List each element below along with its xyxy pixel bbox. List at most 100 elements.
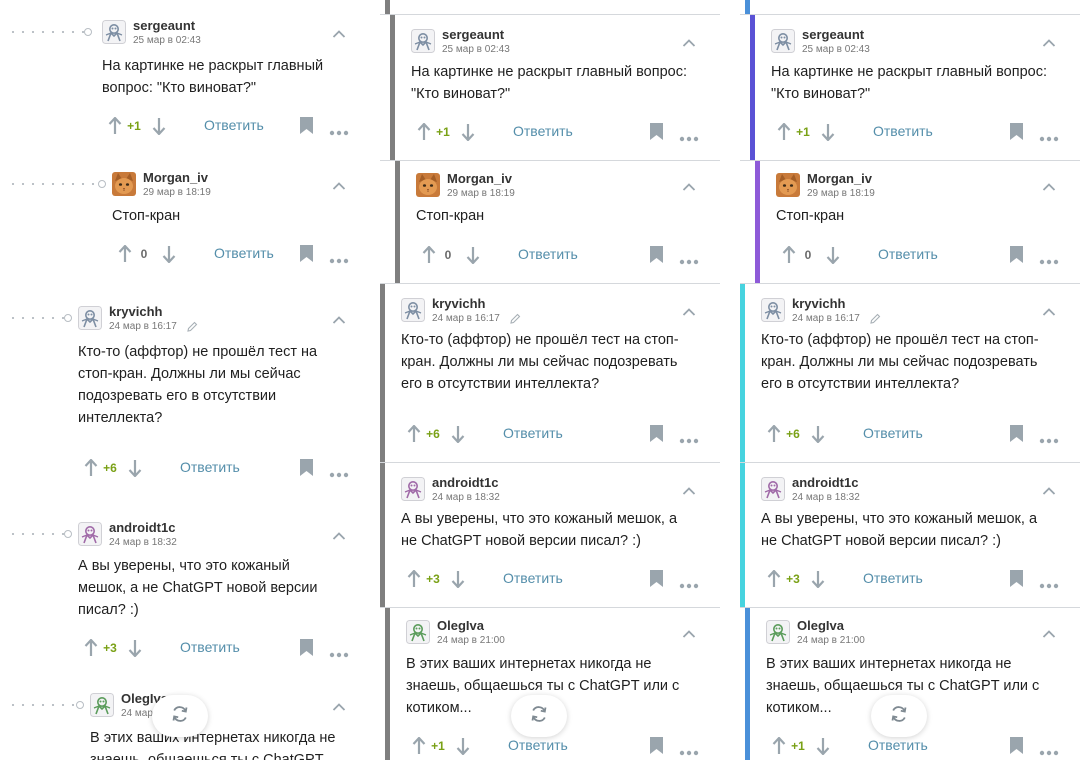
more-options-icon[interactable] [679,743,699,756]
more-options-icon[interactable] [1039,129,1059,142]
avatar[interactable] [411,29,435,53]
upvote-icon[interactable] [422,245,436,264]
username[interactable]: androidt1c [432,475,498,490]
downvote-icon[interactable] [826,246,840,265]
more-options-icon[interactable] [329,123,349,136]
more-options-icon[interactable] [1039,252,1059,265]
more-options-icon[interactable] [679,129,699,142]
reply-link[interactable]: Ответить [878,246,938,262]
reply-link[interactable]: Ответить [180,459,240,475]
upvote-icon[interactable] [767,569,781,588]
avatar[interactable] [401,298,425,322]
more-options-icon[interactable] [1039,431,1059,444]
reply-link[interactable]: Ответить [863,425,923,441]
username[interactable]: Morgan_iv [143,170,208,185]
bookmark-icon[interactable] [1010,425,1023,442]
collapse-icon[interactable] [332,528,346,540]
upvote-icon[interactable] [772,736,786,755]
comment-date[interactable]: 24 мар в 18:32 [109,537,177,548]
collapse-icon[interactable] [332,178,346,190]
comment-date[interactable]: 24 мар в 16:17 [109,321,177,332]
bookmark-icon[interactable] [300,245,313,262]
comment-date[interactable]: 25 мар в 02:43 [442,44,510,55]
more-options-icon[interactable] [329,465,349,478]
collapse-icon[interactable] [682,626,696,638]
username[interactable]: androidt1c [109,520,175,535]
downvote-icon[interactable] [456,737,470,756]
downvote-icon[interactable] [466,246,480,265]
username[interactable]: kryvichh [792,296,845,311]
more-options-icon[interactable] [679,576,699,589]
comment-date[interactable]: 24 мар в 16:17 [432,313,500,324]
comment-date[interactable]: 24 мар в 18:32 [792,492,860,503]
comment-date[interactable]: 25 мар в 02:43 [802,44,870,55]
upvote-icon[interactable] [118,244,132,263]
reply-link[interactable]: Ответить [873,123,933,139]
reply-link[interactable]: Ответить [518,246,578,262]
bookmark-icon[interactable] [300,117,313,134]
collapse-icon[interactable] [332,699,346,711]
downvote-icon[interactable] [816,737,830,756]
username[interactable]: kryvichh [109,304,162,319]
username[interactable]: Morgan_iv [447,171,512,186]
comment-date[interactable]: 29 мар в 18:19 [447,188,515,199]
refresh-button[interactable] [871,695,927,737]
downvote-icon[interactable] [451,425,465,444]
upvote-icon[interactable] [782,245,796,264]
upvote-icon[interactable] [417,122,431,141]
reply-link[interactable]: Ответить [503,570,563,586]
bookmark-icon[interactable] [650,737,663,754]
comment-date[interactable]: 29 мар в 18:19 [143,187,211,198]
collapse-icon[interactable] [332,26,346,38]
reply-link[interactable]: Ответить [214,245,274,261]
reply-link[interactable]: Ответить [513,123,573,139]
upvote-icon[interactable] [412,736,426,755]
collapse-icon[interactable] [1042,626,1056,638]
collapse-icon[interactable] [1042,179,1056,191]
collapse-icon[interactable] [1042,483,1056,495]
bookmark-icon[interactable] [650,246,663,263]
refresh-button[interactable] [152,695,208,737]
username[interactable]: Morgan_iv [807,171,872,186]
bookmark-icon[interactable] [650,570,663,587]
upvote-icon[interactable] [407,424,421,443]
collapse-icon[interactable] [1042,35,1056,47]
more-options-icon[interactable] [329,251,349,264]
downvote-icon[interactable] [152,117,166,136]
upvote-icon[interactable] [108,116,122,135]
avatar[interactable] [78,522,102,546]
username[interactable]: sergeaunt [802,27,864,42]
bookmark-icon[interactable] [300,459,313,476]
avatar[interactable] [776,173,800,197]
avatar[interactable] [78,306,102,330]
comment-date[interactable]: 29 мар в 18:19 [807,188,875,199]
more-options-icon[interactable] [1039,743,1059,756]
more-options-icon[interactable] [679,252,699,265]
more-options-icon[interactable] [329,645,349,658]
downvote-icon[interactable] [811,425,825,444]
avatar[interactable] [766,620,790,644]
collapse-icon[interactable] [682,35,696,47]
downvote-icon[interactable] [821,123,835,142]
avatar[interactable] [771,29,795,53]
username[interactable]: OlegIva [437,618,484,633]
username[interactable]: kryvichh [432,296,485,311]
username[interactable]: androidt1c [792,475,858,490]
reply-link[interactable]: Ответить [180,639,240,655]
bookmark-icon[interactable] [1010,246,1023,263]
downvote-icon[interactable] [451,570,465,589]
downvote-icon[interactable] [162,245,176,264]
more-options-icon[interactable] [1039,576,1059,589]
comment-date[interactable]: 24 мар в 18:32 [432,492,500,503]
collapse-icon[interactable] [682,179,696,191]
username[interactable]: OlegIva [797,618,844,633]
downvote-icon[interactable] [461,123,475,142]
bookmark-icon[interactable] [1010,123,1023,140]
comment-date[interactable]: 24 мар в 16:17 [792,313,860,324]
comment-date[interactable]: 25 мар в 02:43 [133,35,201,46]
more-options-icon[interactable] [679,431,699,444]
avatar[interactable] [90,693,114,717]
bookmark-icon[interactable] [650,425,663,442]
avatar[interactable] [416,173,440,197]
upvote-icon[interactable] [84,458,98,477]
